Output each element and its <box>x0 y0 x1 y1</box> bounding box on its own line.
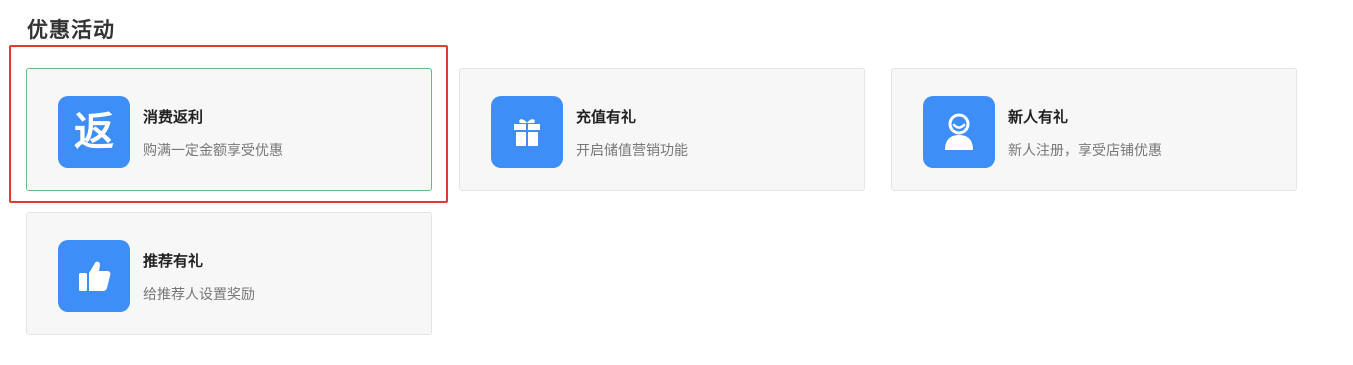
card-recharge-gift[interactable]: 充值有礼 开启储值营销功能 <box>459 68 865 191</box>
card-description: 购满一定金额享受优惠 <box>143 143 283 159</box>
promotions-page: 优惠活动 返 消费返利 购满一定金额享受优惠 充值有礼 开启储值营销功能 新人有… <box>0 0 1353 365</box>
card-referral-gift[interactable]: 推荐有礼 给推荐人设置奖励 <box>26 212 432 335</box>
thumbs-up-icon <box>58 240 130 312</box>
card-new-user-gift[interactable]: 新人有礼 新人注册，享受店铺优惠 <box>891 68 1297 191</box>
card-consumption-rebate[interactable]: 返 消费返利 购满一定金额享受优惠 <box>26 68 432 191</box>
card-description: 给推荐人设置奖励 <box>143 287 255 303</box>
card-description: 开启储值营销功能 <box>576 143 688 159</box>
card-description: 新人注册，享受店铺优惠 <box>1008 143 1162 159</box>
section-title: 优惠活动 <box>27 17 115 42</box>
rebate-icon: 返 <box>58 96 130 168</box>
card-title: 消费返利 <box>143 108 204 126</box>
user-icon <box>923 96 995 168</box>
gift-icon <box>491 96 563 168</box>
card-title: 新人有礼 <box>1008 108 1069 126</box>
card-title: 推荐有礼 <box>143 252 204 270</box>
card-title: 充值有礼 <box>576 108 637 126</box>
